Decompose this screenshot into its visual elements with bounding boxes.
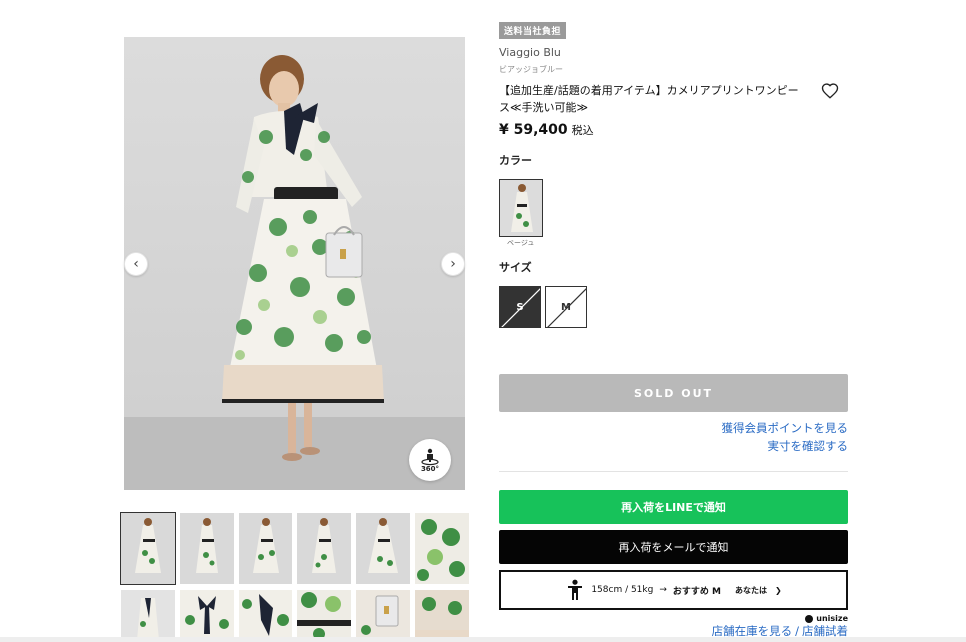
brand-name-kana: ビアッジョブルー xyxy=(499,65,563,74)
thumbnail-12[interactable] xyxy=(415,590,469,640)
thumbnail-1[interactable] xyxy=(120,512,176,585)
thumbnail-row xyxy=(121,590,469,640)
thumbnail-2[interactable] xyxy=(179,513,234,584)
tax-label: 税込 xyxy=(571,124,594,137)
dress-photo xyxy=(124,55,465,490)
person-icon xyxy=(568,579,583,600)
color-option-label: ベージュ xyxy=(507,239,535,247)
heart-icon xyxy=(821,83,839,99)
price: ¥ 59,400 税込 xyxy=(499,122,594,138)
email-restock-notify-button[interactable]: 再入荷をメールで通知 xyxy=(499,530,848,564)
next-image-button[interactable]: › xyxy=(441,252,465,276)
unisize-you-label: あなたは xyxy=(734,585,767,595)
thumbnail-row xyxy=(120,512,469,585)
size-label: サイズ xyxy=(499,261,532,274)
line-restock-notify-button[interactable]: 再入荷をLINEで通知 xyxy=(499,490,848,524)
size-option-label: S xyxy=(516,301,524,313)
unisize-recommend-button[interactable]: 158cm / 51kg → おすすめ M あなたは ❯ xyxy=(499,570,848,610)
unisize-logo-icon xyxy=(805,614,814,623)
color-swatch-image xyxy=(500,180,542,236)
size-option-label: M xyxy=(561,301,571,313)
store-try-on-link[interactable]: 店舗試着 xyxy=(802,624,848,638)
thumbnail-5[interactable] xyxy=(356,513,411,584)
brand-name[interactable]: Viaggio Blu xyxy=(499,46,561,59)
previous-image-button[interactable]: ‹ xyxy=(124,252,148,276)
size-option-m[interactable]: M xyxy=(545,286,587,328)
member-points-link[interactable]: 獲得会員ポイントを見る xyxy=(722,420,849,436)
color-label: カラー xyxy=(499,154,532,167)
unisize-recommendation: おすすめ M xyxy=(672,586,721,597)
unisize-logo-text: unisize xyxy=(816,614,848,623)
view-360-button[interactable]: 360° xyxy=(409,439,451,481)
size-measurements-link[interactable]: 実寸を確認する xyxy=(768,438,849,454)
shipping-badge: 送料当社負担 xyxy=(499,22,567,39)
thumbnail-11[interactable] xyxy=(356,590,411,640)
page-bottom-bar xyxy=(0,637,966,642)
main-product-image[interactable] xyxy=(124,37,465,490)
store-links-separator: / xyxy=(795,624,799,638)
chevron-left-icon: ‹ xyxy=(133,256,139,272)
thumbnail-9[interactable] xyxy=(238,590,293,640)
store-stock-link[interactable]: 店舗在庫を見る xyxy=(712,624,793,638)
product-title: 【追加生産/話題の着用アイテム】カメリアプリントワンピース≪手洗い可能≫ xyxy=(499,84,799,114)
thumbnail-4[interactable] xyxy=(297,513,352,584)
unisize-logo: unisize xyxy=(805,614,848,623)
chevron-right-icon: ❯ xyxy=(774,585,782,595)
size-option-s[interactable]: S xyxy=(499,286,541,328)
sold-out-button[interactable]: SOLD OUT xyxy=(499,374,848,412)
view-360-label: 360° xyxy=(420,464,440,473)
thumbnail-3[interactable] xyxy=(238,513,293,584)
thumbnail-8[interactable] xyxy=(179,590,234,640)
thumbnail-7[interactable] xyxy=(121,590,175,640)
thumbnail-6[interactable] xyxy=(415,513,469,584)
divider xyxy=(499,471,848,472)
chevron-right-icon: › xyxy=(450,256,456,272)
thumbnail-gallery xyxy=(120,512,469,642)
unisize-body-metrics: 158cm / 51kg xyxy=(591,585,654,595)
favorite-button[interactable] xyxy=(821,82,839,100)
arrow-right-icon: → xyxy=(659,585,667,595)
person-rotate-icon xyxy=(421,448,439,465)
price-value: ¥ 59,400 xyxy=(499,122,568,138)
thumbnail-10[interactable] xyxy=(297,590,352,640)
color-option-beige[interactable] xyxy=(499,179,543,237)
